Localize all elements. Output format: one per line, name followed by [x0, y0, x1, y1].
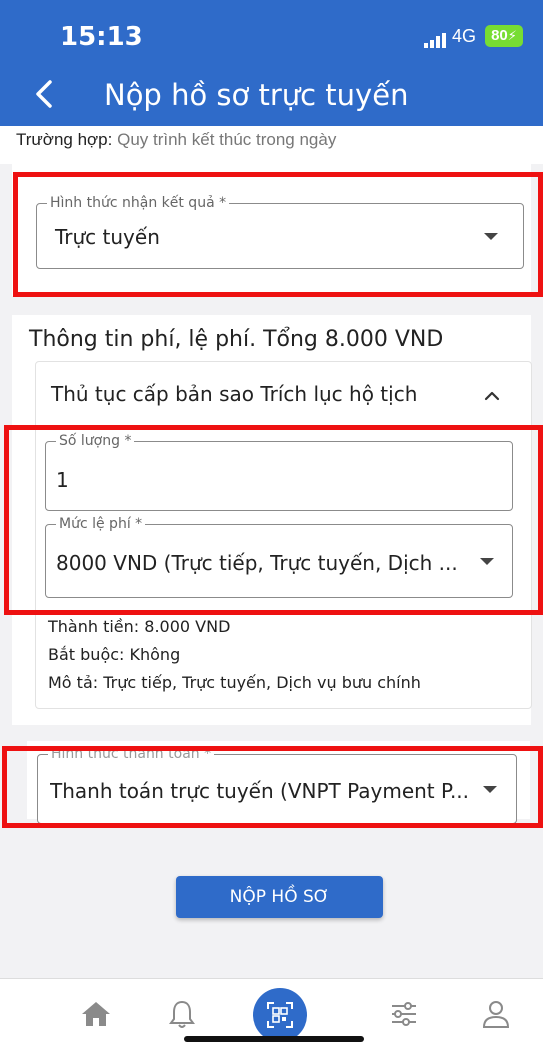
page-title: Nộp hồ sơ trực tuyến — [104, 78, 409, 112]
result-method-select[interactable]: Hình thức nhận kết quả * Trực tuyến — [36, 195, 524, 269]
nav-profile[interactable] — [476, 994, 516, 1034]
case-info-row: Trường hợp: Quy trình kết thúc trong ngà… — [0, 126, 543, 164]
required-text: Bắt buộc: Không — [48, 645, 181, 664]
quantity-value: 1 — [56, 468, 69, 492]
fee-level-select[interactable]: Mức lệ phí * 8000 VND (Trực tiếp, Trực t… — [45, 516, 513, 598]
payment-method-select[interactable]: Hình thức thanh toán * Thanh toán trực t… — [37, 746, 517, 824]
fee-level-legend: Mức lệ phí * — [56, 516, 146, 532]
battery-icon: 80⚡ — [485, 25, 523, 47]
battery-level: 80 — [491, 27, 508, 44]
payment-method-value: Thanh toán trực tuyến (VNPT Payment P... — [50, 779, 470, 803]
nav-settings[interactable] — [384, 994, 424, 1034]
submit-button[interactable]: NỘP HỒ SƠ — [176, 876, 383, 918]
home-icon — [82, 1002, 110, 1026]
case-info-value: Quy trình kết thúc trong ngày — [117, 130, 337, 149]
amount-text: Thành tiền: 8.000 VND — [48, 617, 231, 636]
dropdown-caret-icon — [483, 786, 497, 793]
status-time: 15:13 — [60, 22, 143, 52]
result-method-legend: Hình thức nhận kết quả * — [47, 195, 230, 211]
signal-icon — [424, 30, 448, 48]
payment-method-legend: Hình thức thanh toán * — [48, 746, 215, 762]
quantity-legend: Số lượng * — [56, 433, 135, 449]
qr-code-icon — [267, 1002, 293, 1028]
chevron-left-icon — [36, 80, 52, 108]
back-button[interactable] — [26, 74, 64, 114]
nav-notifications[interactable] — [162, 994, 202, 1034]
collapse-button[interactable] — [480, 384, 504, 408]
app-header: 15:13 4G 80⚡ Nộp hồ sơ trực tuyến — [0, 0, 543, 126]
dropdown-caret-icon — [484, 233, 498, 240]
quantity-input[interactable]: Số lượng * 1 — [45, 433, 513, 511]
procedure-title: Thủ tục cấp bản sao Trích lục hộ tịch — [51, 382, 418, 406]
user-icon — [482, 1001, 510, 1028]
fee-section-title: Thông tin phí, lệ phí. Tổng 8.000 VND — [29, 327, 444, 352]
sliders-icon — [392, 1002, 416, 1026]
nav-home[interactable] — [76, 994, 116, 1034]
dropdown-caret-icon — [480, 558, 494, 565]
status-bar: 15:13 4G 80⚡ — [0, 0, 543, 70]
network-type: 4G — [452, 26, 477, 46]
nav-qr-scan[interactable] — [253, 988, 307, 1042]
fee-level-value: 8000 VND (Trực tiếp, Trực tuyến, Dịch ..… — [56, 551, 458, 575]
result-method-value: Trực tuyến — [55, 225, 160, 249]
description-text: Mô tả: Trực tiếp, Trực tuyến, Dịch vụ bư… — [48, 673, 421, 692]
chevron-up-icon — [484, 391, 500, 401]
home-indicator — [184, 1036, 364, 1042]
case-info-label: Trường hợp: — [16, 130, 113, 149]
bell-icon — [169, 1000, 195, 1028]
